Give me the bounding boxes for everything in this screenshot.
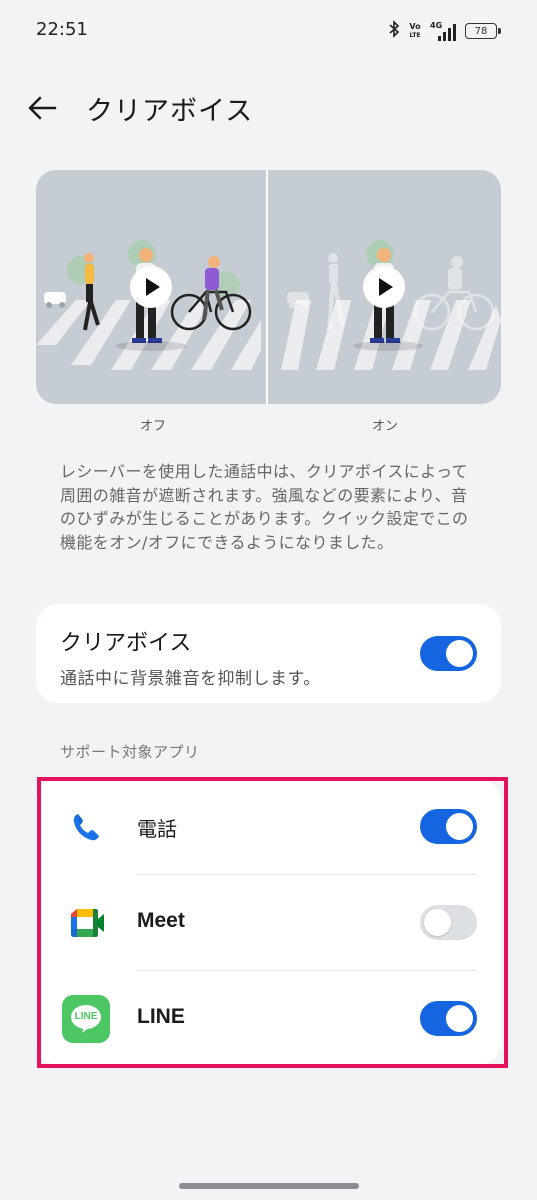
volte-bottom-text: LTE — [409, 31, 421, 39]
car-off — [44, 292, 66, 308]
app-name-meet: Meet — [137, 909, 185, 932]
line-toggle[interactable] — [420, 1001, 477, 1036]
comparison-illustration — [36, 170, 501, 404]
battery-icon: 78 — [465, 23, 501, 39]
setting-title: クリアボイス — [60, 631, 192, 656]
status-bar: 22:51 Vo LTE 4G 78 — [0, 0, 537, 62]
toggle-knob — [446, 640, 473, 667]
play-icon[interactable] — [363, 266, 405, 308]
toggle-knob — [424, 909, 451, 936]
arrow-left-icon — [28, 96, 57, 120]
clear-voice-setting-card[interactable]: クリアボイス 通話中に背景雑音を抑制します。 — [36, 604, 501, 703]
volte-icon: Vo LTE — [409, 21, 421, 40]
home-indicator[interactable] — [179, 1183, 359, 1189]
play-icon[interactable] — [130, 266, 172, 308]
toggle-knob — [446, 1005, 473, 1032]
setting-subtitle: 通話中に背景雑音を抑制します。 — [60, 669, 321, 689]
description-text: レシーバーを使用した通話中は、クリアボイスによって周囲の雑音が遮断されます。強風… — [60, 462, 469, 552]
status-icons: Vo LTE 4G 78 — [389, 18, 501, 44]
bluetooth-icon — [389, 20, 400, 42]
meet-toggle[interactable] — [420, 905, 477, 940]
battery-level: 78 — [474, 25, 488, 37]
line-icon: LINE — [62, 995, 110, 1043]
phone-toggle[interactable] — [420, 809, 477, 844]
section-label: サポート対象アプリ — [60, 743, 200, 761]
toggle-knob — [446, 813, 473, 840]
phone-icon — [62, 803, 110, 851]
page-title: クリアボイス — [86, 96, 254, 127]
label-on: オン — [371, 419, 398, 434]
line-icon-text: LINE — [74, 1011, 98, 1022]
back-button[interactable] — [20, 86, 64, 130]
app-name-line: LINE — [137, 1005, 185, 1028]
app-row-meet[interactable]: Meet — [36, 875, 501, 971]
signal-icon: 4G — [430, 21, 456, 41]
volte-top-text: Vo — [409, 21, 421, 31]
app-row-phone[interactable]: 電話 — [36, 779, 501, 875]
supported-apps-card: 電話 Meet LINE LINE — [36, 779, 501, 1065]
app-name-phone: 電話 — [137, 817, 177, 841]
app-row-line[interactable]: LINE LINE — [36, 971, 501, 1067]
status-time: 22:51 — [36, 19, 88, 40]
clear-voice-toggle[interactable] — [420, 636, 477, 671]
label-off: オフ — [139, 419, 166, 434]
meet-icon — [62, 899, 110, 947]
